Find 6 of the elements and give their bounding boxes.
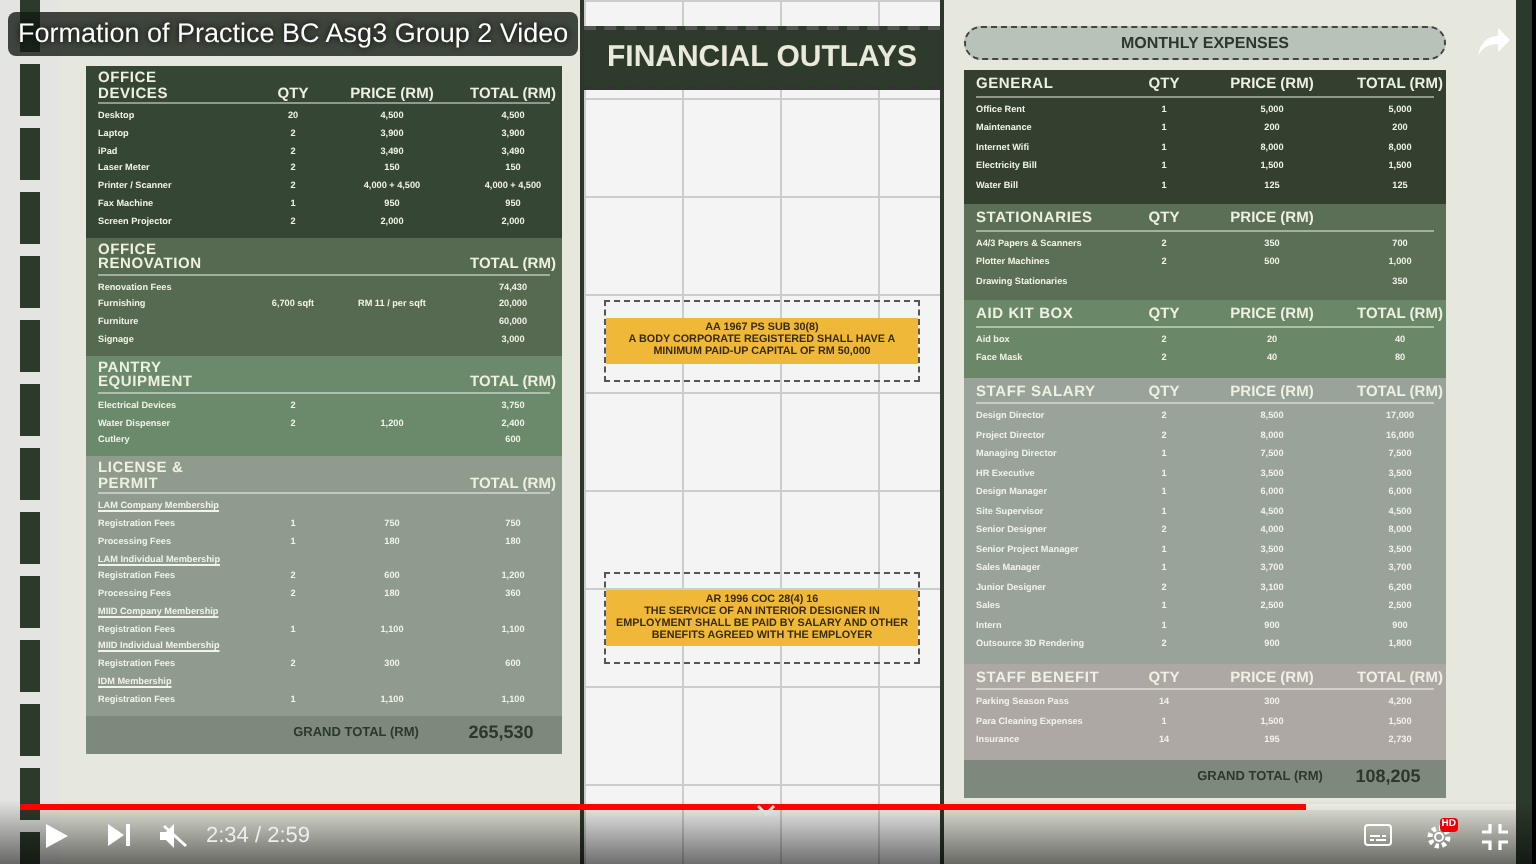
time-display: 2:34 / 2:59 <box>206 822 310 852</box>
video-title: Formation of Practice BC Asg3 Group 2 Video <box>8 12 579 57</box>
grand-total-value: 265,530 <box>466 720 536 747</box>
grand-total-value: 108,205 <box>1353 764 1423 791</box>
panel-title: MONTHLY EXPENSES <box>964 26 1446 60</box>
banner-title: FINANCIAL OUTLAYS <box>584 26 940 90</box>
